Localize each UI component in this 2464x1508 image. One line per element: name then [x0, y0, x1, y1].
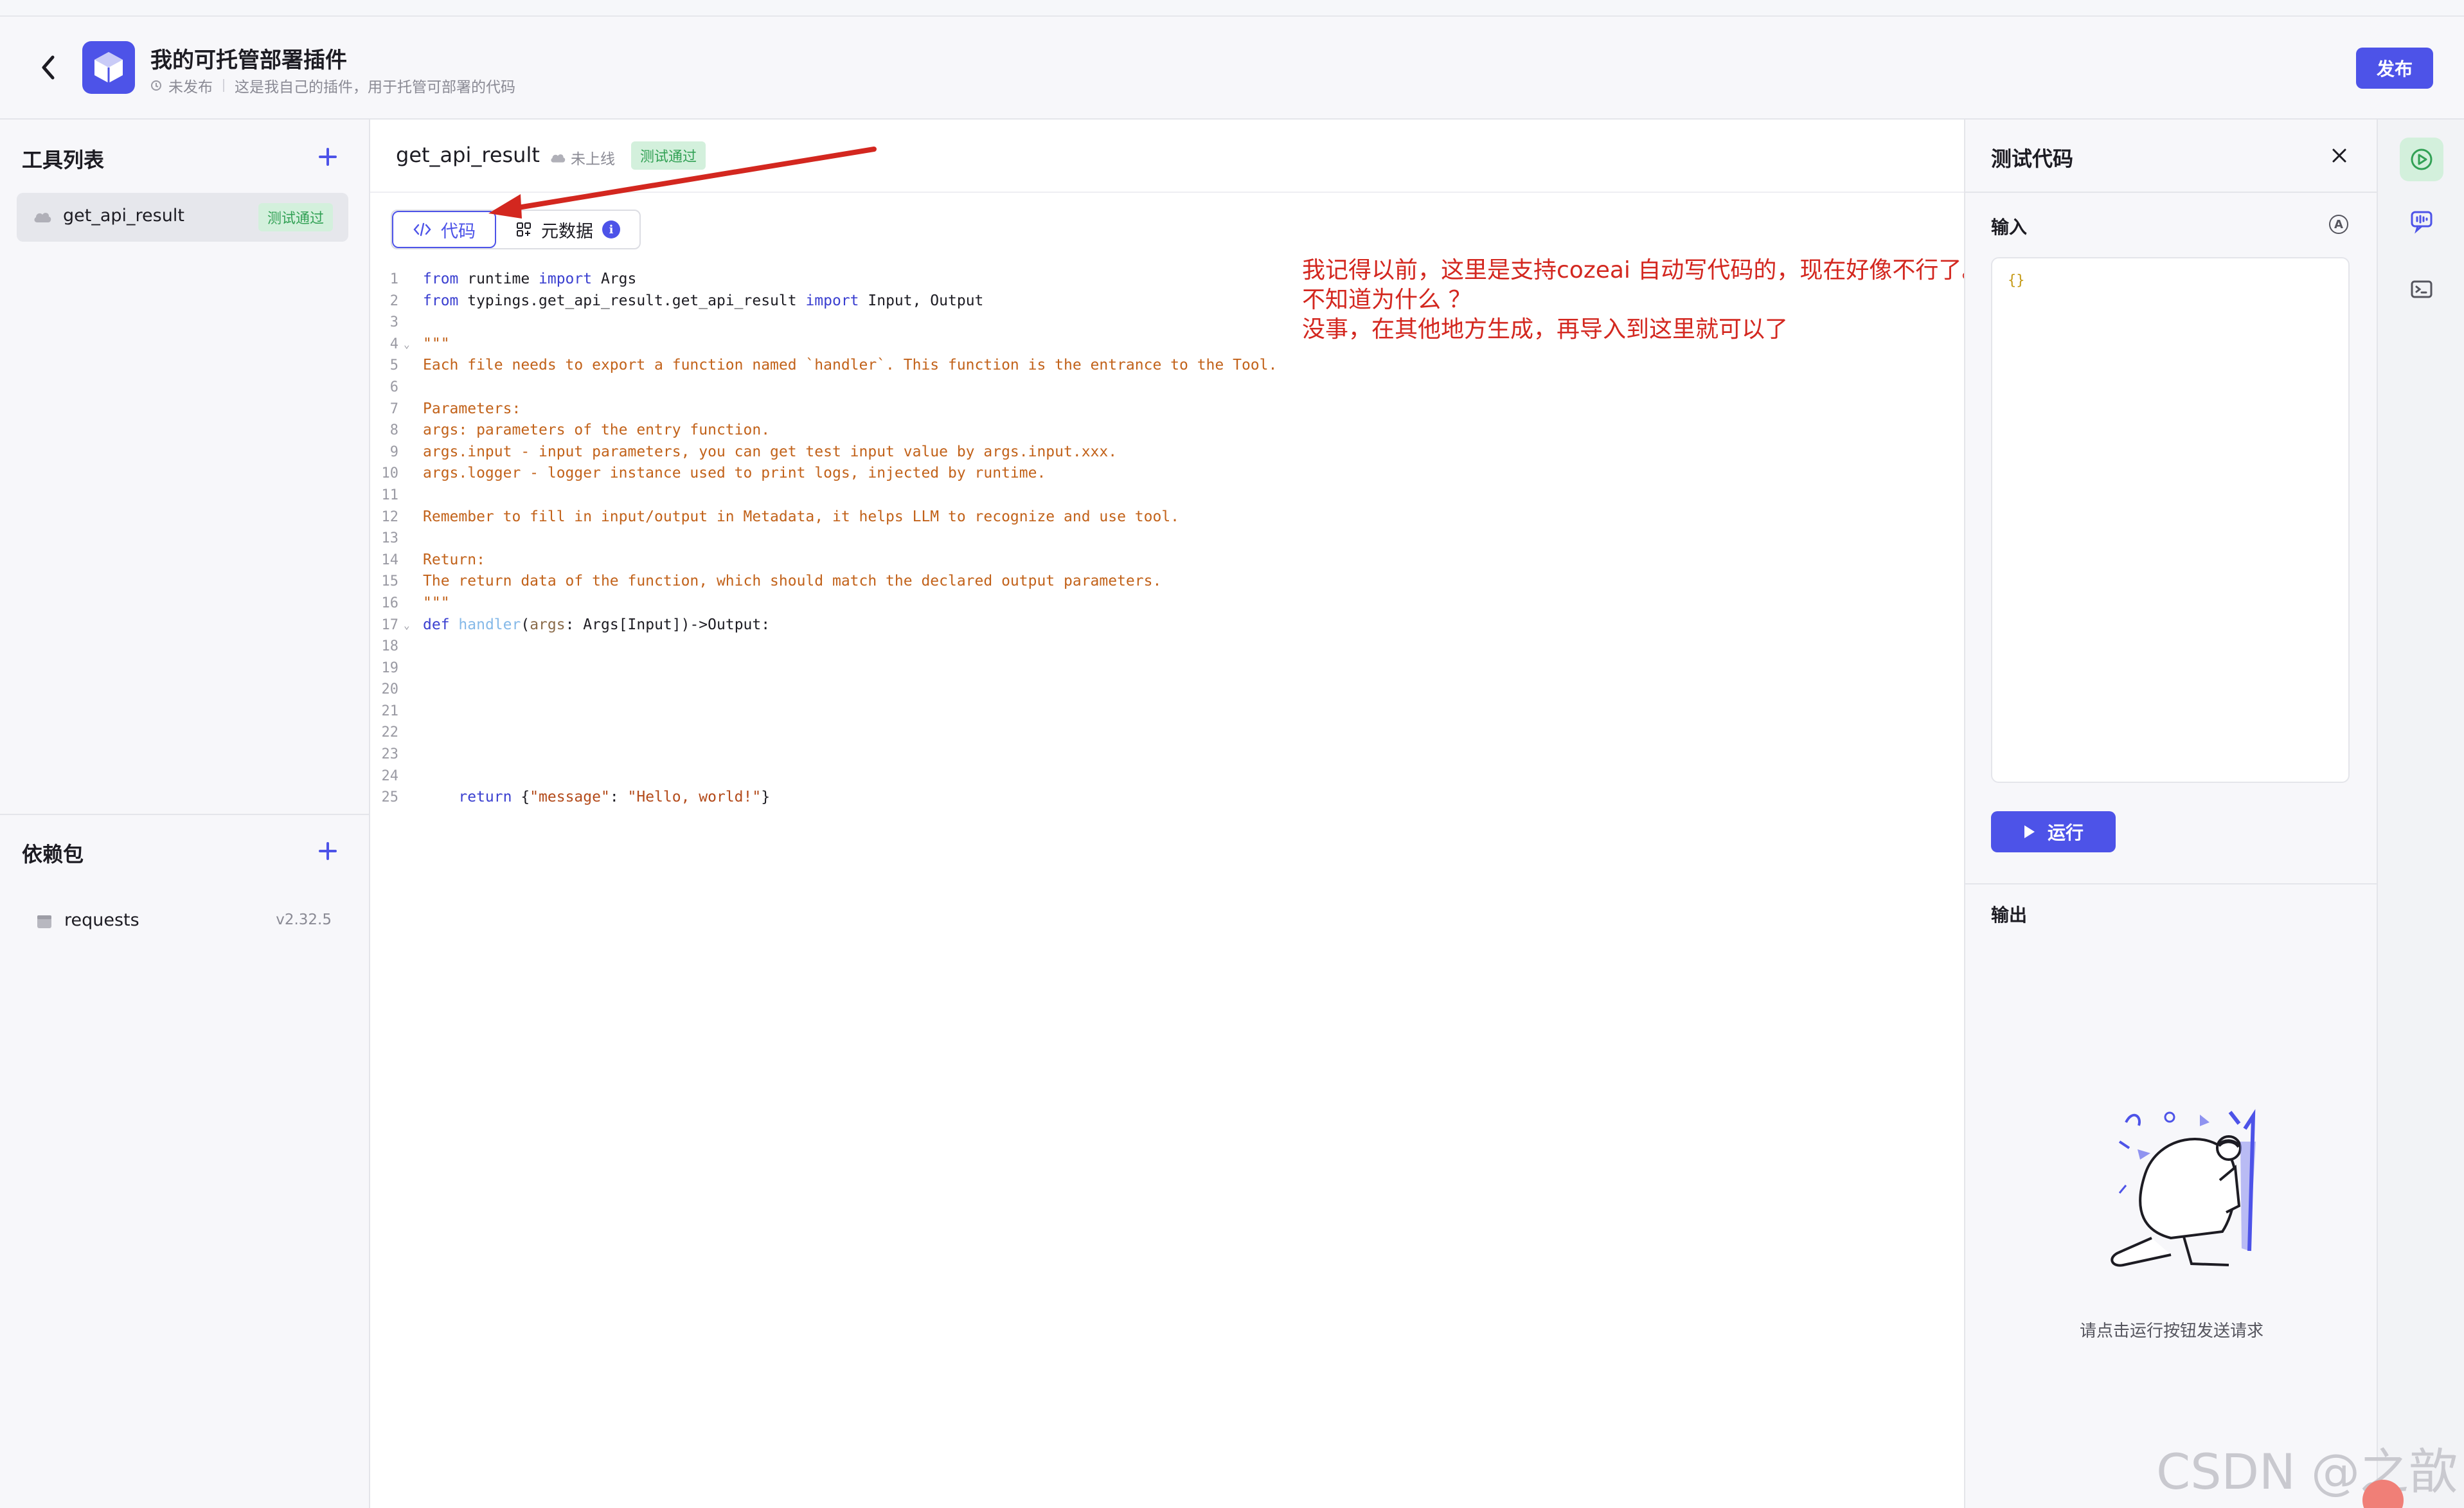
tab-code[interactable]: 代码: [392, 211, 496, 248]
left-sidebar: 工具列表 get_api_result 测试通过 依赖包 requests v2…: [0, 120, 370, 1508]
chat-icon: [2411, 211, 2433, 234]
code-line: 21: [381, 703, 399, 719]
code-line: 24: [381, 767, 399, 784]
run-button-label: 运行: [2047, 822, 2084, 843]
back-arrow-icon: [42, 55, 55, 80]
code-line: 6: [389, 379, 398, 395]
empty-output-hint: 请点击运行按钮发送请求: [2079, 1322, 2263, 1341]
test-panel-divider: [1965, 883, 2378, 884]
code-line: 10 args.logger - logger instance used to …: [381, 465, 1046, 482]
close-test-panel-button[interactable]: [2326, 143, 2352, 168]
cloud-icon: [34, 213, 51, 222]
editor-header: get_api_result 未上线 测试通过: [370, 120, 1964, 193]
tab-metadata[interactable]: 元数据 i: [496, 211, 639, 248]
test-panel-title: 测试代码: [1991, 147, 2074, 171]
plugin-logo: [82, 41, 135, 94]
editor-tool-name: get_api_result: [396, 143, 540, 167]
code-line: 23: [381, 746, 399, 763]
tools-list-title: 工具列表: [22, 148, 105, 172]
status-dot-icon: [151, 80, 161, 91]
add-tool-button[interactable]: [314, 143, 342, 171]
csdn-watermark: CSDN @之歆: [2156, 1443, 2458, 1500]
tab-code-label: 代码: [441, 221, 476, 242]
test-input-editor[interactable]: {}: [1991, 257, 2350, 783]
annotation-line-1: 我记得以前，这里是支持cozeai 自动写代码的，现在好像不行了。: [1302, 257, 1985, 283]
plugin-meta: 未发布 这是我自己的插件，用于托管可部署的代码: [150, 75, 515, 96]
grid-icon: [517, 222, 531, 237]
debug-icon: [2411, 148, 2433, 170]
page-header: 我的可托管部署插件 未发布 这是我自己的插件，用于托管可部署的代码 发布: [0, 17, 2464, 120]
dependency-version: v2.32.5: [276, 911, 332, 928]
back-button[interactable]: [31, 50, 66, 85]
play-icon: [2024, 825, 2035, 838]
code-line: 5 Each file needs to export a function na…: [389, 357, 1278, 374]
code-line: 13: [381, 530, 399, 547]
empty-state-illustration: [2111, 1109, 2256, 1267]
add-dependency-button[interactable]: [314, 837, 342, 865]
test-input-value: {}: [2008, 273, 2025, 289]
close-icon: [2332, 148, 2346, 163]
code-line: 25 return {"message": "Hello, world!"}: [381, 789, 771, 806]
window-top-bar: [0, 0, 2464, 17]
plus-icon: [319, 148, 337, 166]
code-line: 11: [381, 487, 399, 503]
code-line: 20: [381, 681, 399, 698]
cloud-icon: [551, 154, 566, 163]
tool-item-label: get_api_result: [63, 206, 184, 226]
code-line: 9 args.input - input parameters, you can …: [389, 443, 1118, 460]
code-editor-panel: get_api_result 未上线 测试通过 代码 元数据 i 1 from r…: [370, 120, 1985, 1508]
code-line: 19: [381, 660, 399, 676]
code-line: 15 The return data of the function, which…: [381, 573, 1162, 590]
package-icon: [37, 915, 51, 928]
red-annotation-note: 我记得以前，这里是支持cozeai 自动写代码的，现在好像不行了。 不知道为什么…: [1302, 256, 1985, 345]
publish-status: 未发布: [168, 79, 213, 96]
tab-metadata-label: 元数据: [541, 221, 593, 242]
editor-test-badge: 测试通过: [631, 141, 706, 170]
terminal-icon: [2411, 280, 2433, 298]
rail-chat-button[interactable]: [2400, 199, 2443, 243]
editor-tabs: 代码 元数据 i: [391, 210, 641, 249]
test-code-panel: 测试代码 输入 A {} 运行 输出 请点击运行按钮发送请求: [1964, 120, 2378, 1508]
dependency-name: requests: [64, 910, 139, 930]
sidebar-divider: [0, 814, 370, 815]
plugin-description: 这是我自己的插件，用于托管可部署的代码: [235, 79, 515, 96]
code-line: 14 Return:: [381, 551, 485, 568]
dependency-item-requests[interactable]: requests v2.32.5: [36, 906, 332, 936]
info-icon[interactable]: i: [602, 220, 620, 238]
code-line: 7 Parameters:: [389, 400, 521, 417]
annotation-line-2: 不知道为什么 ？: [1302, 287, 1472, 313]
dependencies-title: 依赖包: [22, 842, 84, 866]
meta-divider: [223, 79, 224, 92]
code-area[interactable]: 1 from runtime import Args 2 from typings.…: [370, 269, 1964, 809]
code-line: 16 """: [381, 594, 450, 611]
rail-debug-button[interactable]: [2400, 138, 2443, 181]
tool-item-get-api-result[interactable]: get_api_result 测试通过: [17, 193, 348, 242]
output-label: 输出: [1991, 904, 2028, 926]
test-panel-header: 测试代码: [1965, 120, 2378, 193]
code-line: 18: [381, 638, 399, 655]
annotation-line-3: 没事，在其他地方生成，再导入到这里就可以了: [1302, 316, 1789, 343]
code-line: 12 Remember to fill in input/output in Me…: [381, 508, 1180, 525]
right-tool-rail: [2377, 120, 2464, 1508]
cube-logo-icon: [94, 52, 123, 83]
plugin-title: 我的可托管部署插件: [150, 48, 347, 73]
rail-terminal-button[interactable]: [2400, 267, 2443, 311]
tool-test-badge: 测试通过: [258, 203, 333, 231]
code-line: 8 args: parameters of the entry function.: [389, 422, 771, 439]
publish-button[interactable]: 发布: [2356, 48, 2433, 89]
input-label: 输入: [1991, 217, 2028, 238]
offline-status-text: 未上线: [571, 151, 615, 168]
ai-icon[interactable]: A: [2329, 215, 2348, 234]
code-icon: [413, 222, 431, 237]
plus-icon: [319, 842, 337, 860]
tool-online-status: 未上线: [549, 147, 615, 168]
code-line: 17 ⌄ def handler(args: Args[Input])->Outpu…: [381, 616, 771, 633]
run-button[interactable]: 运行: [1991, 811, 2116, 852]
code-line: 22: [381, 724, 399, 741]
